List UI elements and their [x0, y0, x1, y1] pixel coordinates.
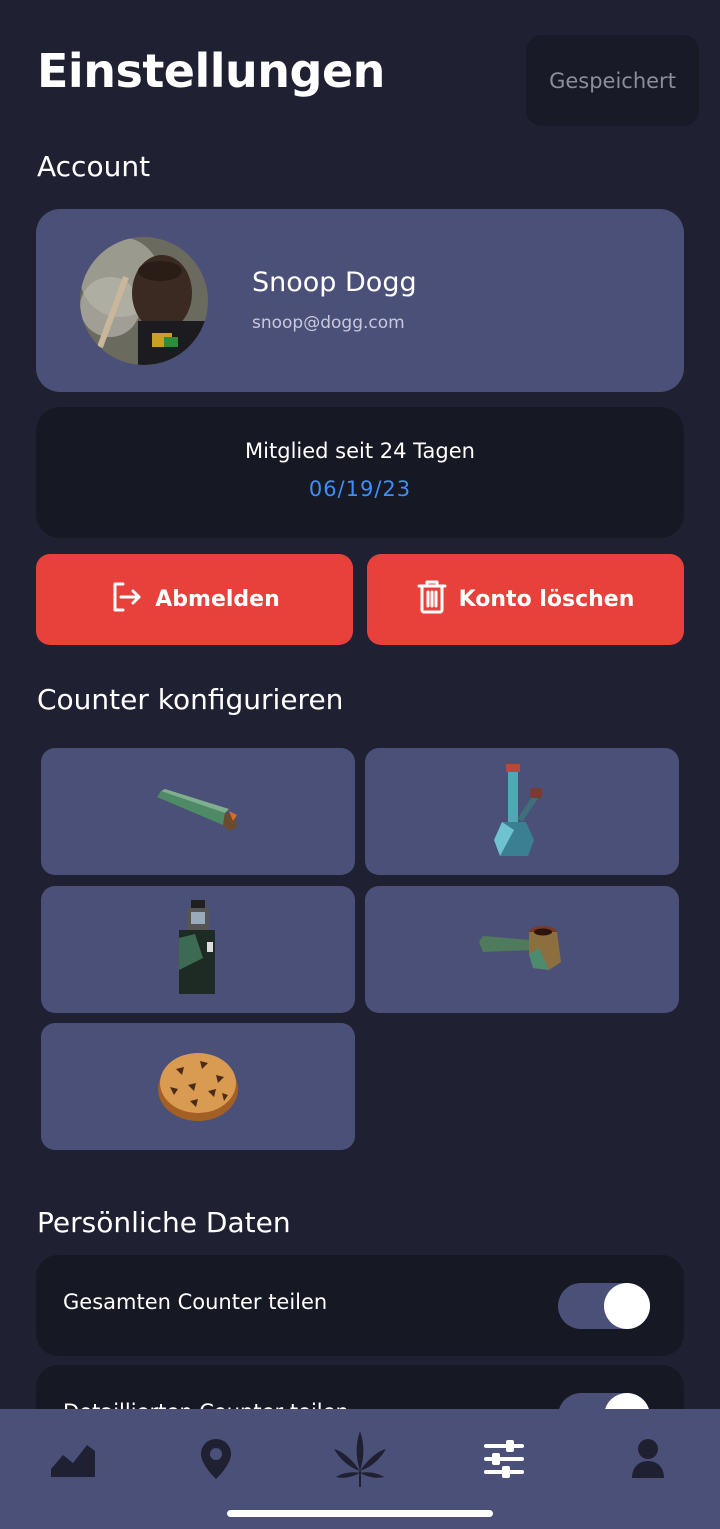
- trash-icon: [417, 579, 447, 621]
- personal-section-title: Persönliche Daten: [37, 1206, 291, 1239]
- delete-account-label: Konto löschen: [458, 587, 635, 612]
- counter-tile-pipe[interactable]: [365, 886, 679, 1013]
- sliders-icon[interactable]: [474, 1429, 534, 1489]
- share-total-counter-row: Gesamten Counter teilen: [36, 1255, 684, 1356]
- membership-date: 06/19/23: [308, 477, 412, 501]
- user-email: snoop@dogg.com: [252, 313, 405, 333]
- membership-text: Mitglied seit 24 Tagen: [245, 439, 475, 463]
- counter-section-title: Counter konfigurieren: [37, 683, 344, 716]
- counter-tile-cookie[interactable]: [41, 1023, 355, 1150]
- account-section-title: Account: [37, 150, 151, 183]
- account-card[interactable]: Snoop Dogg snoop@dogg.com: [36, 209, 684, 392]
- leaf-icon[interactable]: [330, 1429, 390, 1489]
- share-total-counter-label: Gesamten Counter teilen: [63, 1290, 328, 1314]
- map-pin-icon[interactable]: [186, 1429, 246, 1489]
- bong-icon: [492, 760, 552, 864]
- pipe-icon: [477, 918, 567, 982]
- stats-icon[interactable]: [43, 1429, 103, 1489]
- counter-tile-vape[interactable]: [41, 886, 355, 1013]
- avatar: [80, 237, 208, 365]
- membership-card: Mitglied seit 24 Tagen 06/19/23: [36, 407, 684, 538]
- page-title: Einstellungen: [37, 44, 385, 98]
- cookie-icon: [156, 1047, 240, 1127]
- saved-button[interactable]: Gespeichert: [526, 35, 699, 126]
- logout-button[interactable]: Abmelden: [36, 554, 353, 645]
- user-name: Snoop Dogg: [252, 267, 417, 298]
- counter-tile-bong[interactable]: [365, 748, 679, 875]
- logout-icon: [109, 580, 143, 620]
- user-icon[interactable]: [618, 1429, 678, 1489]
- home-indicator: [227, 1510, 493, 1517]
- joint-icon: [153, 785, 243, 839]
- counter-tile-joint[interactable]: [41, 748, 355, 875]
- bottom-nav: [0, 1409, 720, 1529]
- vape-icon: [173, 898, 223, 1002]
- delete-account-button[interactable]: Konto löschen: [367, 554, 684, 645]
- logout-label: Abmelden: [155, 587, 280, 612]
- share-total-counter-toggle[interactable]: [558, 1283, 650, 1329]
